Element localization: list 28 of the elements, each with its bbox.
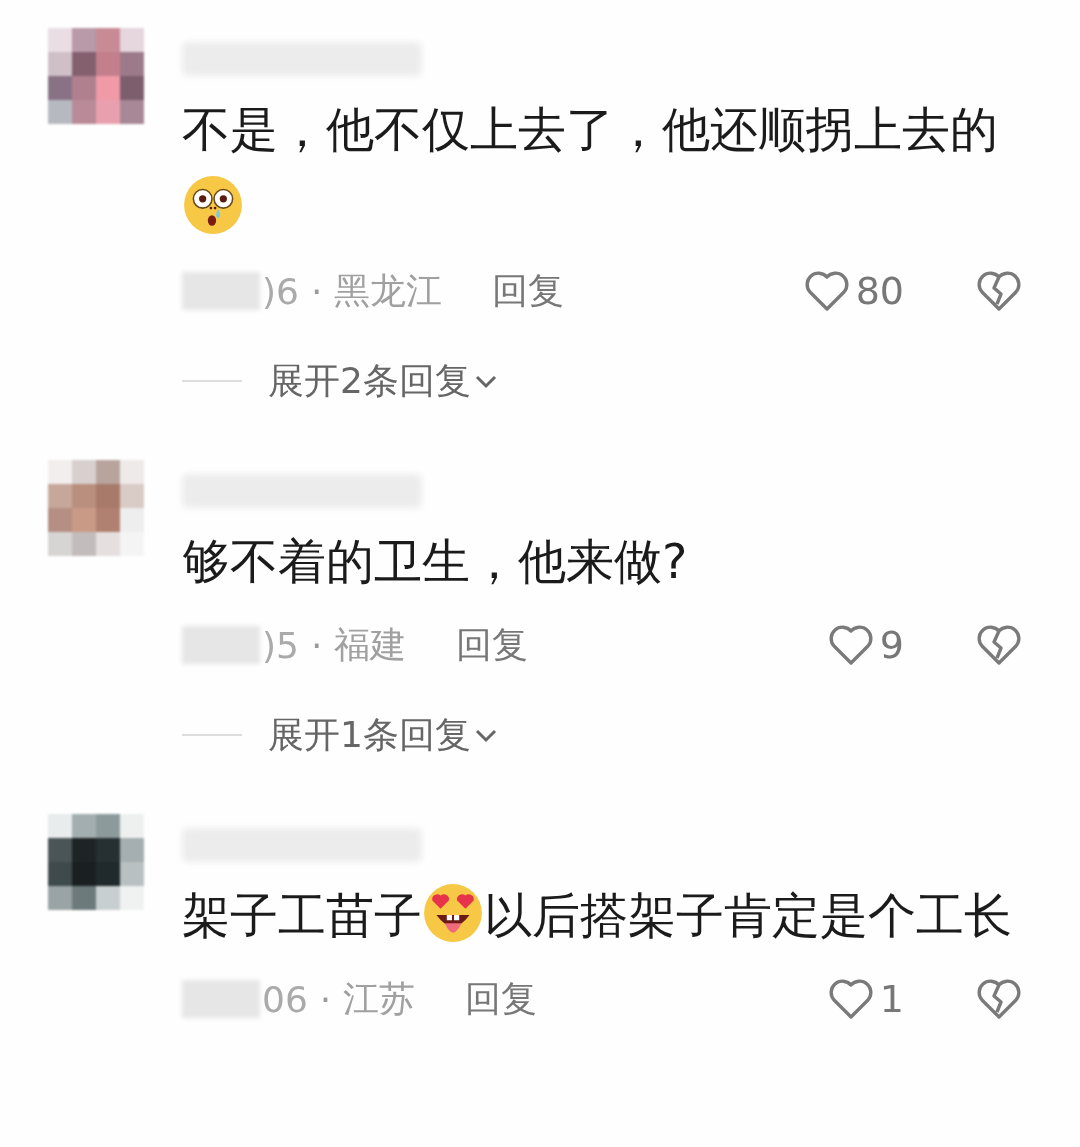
separator-dot: · [310, 270, 323, 312]
expand-replies-link[interactable]: 展开1条回复 [268, 710, 499, 760]
comment-text: 不是，他不仅上去了，他还顺拐上去的 [182, 90, 1012, 246]
comment-region: 黑龙江 [334, 268, 443, 313]
like-count: 80 [855, 269, 904, 313]
heart-icon [803, 270, 850, 312]
reply-button[interactable]: 回复 [492, 266, 565, 316]
broken-heart-icon [976, 270, 1022, 312]
comment-date: 06 [262, 978, 308, 1020]
heart-icon [827, 978, 874, 1020]
reply-button[interactable]: 回复 [456, 620, 529, 670]
comment-text: 架子工苗子 以后搭架子肯定是个工长 [182, 876, 1012, 954]
like-count: 9 [879, 623, 904, 667]
expand-replies-link[interactable]: 展开2条回复 [268, 356, 499, 406]
comment-region: 江苏 [343, 976, 416, 1021]
reply-button[interactable]: 回复 [465, 974, 538, 1024]
like-count: 1 [879, 977, 904, 1021]
broken-heart-icon [976, 624, 1022, 666]
broken-heart-icon [976, 978, 1022, 1020]
separator-dot: · [310, 624, 323, 666]
comment-date: )5 [262, 624, 299, 666]
comment-text: 够不着的卫生，他来做? [182, 532, 689, 591]
separator-dot: · [319, 978, 332, 1020]
comment-date: )6 [262, 270, 299, 312]
heart-icon [827, 624, 874, 666]
heart-eyes-emoji-icon [422, 882, 484, 944]
shocked-emoji-icon [182, 174, 244, 236]
comment-region: 福建 [334, 622, 407, 667]
